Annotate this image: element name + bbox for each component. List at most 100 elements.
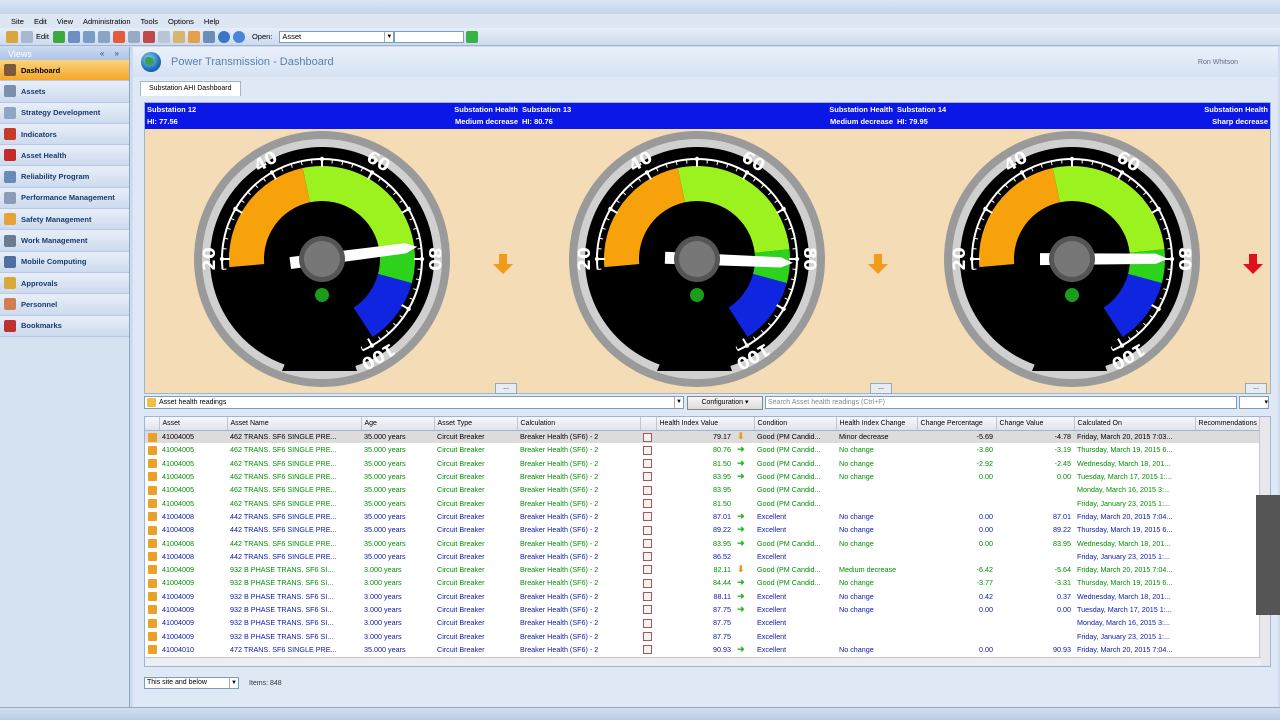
- table-row[interactable]: 41004005 462 TRANS. SF6 SINGLE PRE... 35.0…: [145, 470, 1260, 483]
- collapse-icon[interactable]: « »: [100, 49, 123, 58]
- calc-report-icon[interactable]: [643, 498, 652, 508]
- table-row[interactable]: 41004009 932 B PHASE TRANS. SF6 SI... 3.00…: [145, 616, 1260, 629]
- search-icon[interactable]: [97, 30, 110, 43]
- open-select[interactable]: Asset ▼: [279, 30, 395, 43]
- sidebar-item-work-management[interactable]: Work Management: [0, 230, 129, 252]
- menu-edit[interactable]: Edit: [34, 17, 47, 26]
- move-icon[interactable]: [187, 30, 200, 43]
- column-header-calculation[interactable]: Calculation: [517, 417, 641, 431]
- table-row[interactable]: 41004009 932 B PHASE TRANS. SF6 SI... 3.00…: [145, 576, 1260, 589]
- column-header-icon[interactable]: [145, 417, 160, 431]
- tab-substation-ahi-dashboard[interactable]: Substation AHI Dashboard: [140, 81, 241, 96]
- table-row[interactable]: 41004005 462 TRANS. SF6 SINGLE PRE... 35.0…: [145, 496, 1260, 509]
- menu-options[interactable]: Options: [168, 17, 194, 26]
- table-row[interactable]: 41004009 932 B PHASE TRANS. SF6 SI... 3.00…: [145, 563, 1260, 576]
- table-row[interactable]: 41004005 462 TRANS. SF6 SINGLE PRE... 35.0…: [145, 430, 1261, 444]
- calc-report-icon[interactable]: [643, 538, 652, 548]
- column-header-age[interactable]: Age: [361, 417, 435, 431]
- table-row[interactable]: 41004009 932 B PHASE TRANS. SF6 SI... 3.00…: [145, 590, 1260, 603]
- chevron-down-icon[interactable]: ▼: [674, 397, 683, 408]
- calc-report-icon[interactable]: [643, 432, 652, 442]
- menu-site[interactable]: Site: [11, 17, 24, 26]
- open-input[interactable]: [394, 30, 465, 43]
- sidebar-item-assets[interactable]: Assets: [0, 81, 129, 103]
- column-header-condition[interactable]: Condition: [754, 417, 837, 431]
- column-header-asset[interactable]: Asset: [159, 417, 228, 431]
- column-header-calculated-on[interactable]: Calculated On: [1074, 417, 1196, 431]
- gauge-more-button[interactable]: ...: [495, 383, 517, 394]
- help-icon[interactable]: [217, 30, 230, 43]
- outer-scrollbar-thumb[interactable]: [1256, 495, 1280, 615]
- sidebar-item-personnel[interactable]: Personnel: [0, 294, 129, 316]
- grid-icon[interactable]: [82, 30, 95, 43]
- calc-report-icon[interactable]: [643, 459, 652, 469]
- calc-report-icon[interactable]: [643, 512, 652, 522]
- go-icon[interactable]: [466, 30, 479, 43]
- calc-report-icon[interactable]: [643, 592, 652, 601]
- table-row[interactable]: 41004005 462 TRANS. SF6 SINGLE PRE... 35.0…: [145, 483, 1260, 496]
- menu-tools[interactable]: Tools: [141, 17, 159, 26]
- sidebar-item-reliability-program[interactable]: Reliability Program: [0, 166, 129, 188]
- search-button[interactable]: ▾: [1239, 396, 1269, 409]
- cut-icon[interactable]: [142, 30, 155, 43]
- column-header-asset-type[interactable]: Asset Type: [434, 417, 518, 431]
- column-header-health-index-change[interactable]: Health Index Change: [836, 417, 918, 431]
- save-icon[interactable]: [6, 30, 18, 43]
- refresh-icon[interactable]: [52, 30, 65, 43]
- configuration-button[interactable]: Configuration ▾: [687, 396, 763, 410]
- layout-icon[interactable]: [67, 30, 80, 43]
- column-header-status[interactable]: [640, 417, 657, 431]
- horizontal-scrollbar[interactable]: [145, 657, 1261, 666]
- undo-icon[interactable]: [127, 30, 140, 43]
- scope-select[interactable]: This site and below ▼: [144, 677, 239, 689]
- calc-report-icon[interactable]: [643, 578, 652, 588]
- calc-report-icon[interactable]: [643, 565, 652, 575]
- edit-button[interactable]: Edit: [21, 30, 49, 43]
- column-header-asset-name[interactable]: Asset Name: [227, 417, 362, 431]
- sidebar-item-bookmarks[interactable]: Bookmarks: [0, 315, 129, 337]
- paste-icon[interactable]: [172, 30, 185, 43]
- sidebar-item-mobile-computing[interactable]: Mobile Computing: [0, 251, 129, 273]
- sidebar-item-indicators[interactable]: Indicators: [0, 123, 129, 146]
- calc-report-icon[interactable]: [643, 605, 652, 615]
- table-row[interactable]: 41004010 472 TRANS. SF6 SINGLE PRE... 35.0…: [145, 643, 1260, 656]
- history-icon[interactable]: [202, 30, 215, 43]
- sidebar-item-dashboard[interactable]: Dashboard: [0, 60, 129, 82]
- table-row[interactable]: 41004009 932 B PHASE TRANS. SF6 SI... 3.00…: [145, 603, 1260, 616]
- search-input[interactable]: Search Asset health readings (Ctrl+F): [765, 396, 1237, 409]
- flag-icon[interactable]: [112, 30, 125, 43]
- sidebar-item-strategy-development[interactable]: Strategy Development: [0, 102, 129, 124]
- sidebar-item-asset-health[interactable]: Asset Health: [0, 145, 129, 167]
- calc-report-icon[interactable]: [643, 485, 652, 495]
- data-source-select[interactable]: Asset health readings ▼: [144, 396, 684, 409]
- calc-report-icon[interactable]: [643, 618, 652, 628]
- calc-report-icon[interactable]: [643, 645, 652, 655]
- table-row[interactable]: 41004005 462 TRANS. SF6 SINGLE PRE... 35.0…: [145, 457, 1260, 470]
- menu-administration[interactable]: Administration: [83, 17, 131, 26]
- chevron-down-icon[interactable]: ▼: [384, 31, 393, 42]
- gauge-more-button[interactable]: ...: [870, 383, 892, 394]
- column-header-recommendations[interactable]: Recommendations: [1195, 417, 1261, 431]
- menu-view[interactable]: View: [57, 17, 73, 26]
- sidebar-item-safety-management[interactable]: Safety Management: [0, 209, 129, 231]
- chevron-down-icon[interactable]: ▼: [229, 678, 238, 688]
- table-row[interactable]: 41004008 442 TRANS. SF6 SINGLE PRE... 35.0…: [145, 510, 1260, 523]
- table-row[interactable]: 41004005 462 TRANS. SF6 SINGLE PRE... 35.0…: [145, 443, 1260, 456]
- calc-report-icon[interactable]: [643, 631, 652, 641]
- calc-report-icon[interactable]: [643, 472, 652, 482]
- table-row[interactable]: 41004009 932 B PHASE TRANS. SF6 SI... 3.00…: [145, 629, 1260, 642]
- table-row[interactable]: 41004008 442 TRANS. SF6 SINGLE PRE... 35.0…: [145, 550, 1260, 563]
- column-header-change-value[interactable]: Change Value: [996, 417, 1075, 431]
- calc-report-icon[interactable]: [643, 552, 652, 562]
- calc-report-icon[interactable]: [643, 525, 652, 535]
- table-row[interactable]: 41004008 442 TRANS. SF6 SINGLE PRE... 35.0…: [145, 523, 1260, 536]
- copy-icon[interactable]: [157, 30, 170, 43]
- column-header-health-index-value[interactable]: Health Index Value: [656, 417, 755, 431]
- table-row[interactable]: 41004008 442 TRANS. SF6 SINGLE PRE... 35.0…: [145, 536, 1260, 549]
- column-header-change-percentage[interactable]: Change Percentage: [917, 417, 997, 431]
- sidebar-item-approvals[interactable]: Approvals: [0, 272, 129, 295]
- calc-report-icon[interactable]: [643, 445, 652, 455]
- sidebar-item-performance-management[interactable]: Performance Management: [0, 187, 129, 210]
- gauge-more-button[interactable]: ...: [1245, 383, 1267, 394]
- menu-help[interactable]: Help: [204, 17, 219, 26]
